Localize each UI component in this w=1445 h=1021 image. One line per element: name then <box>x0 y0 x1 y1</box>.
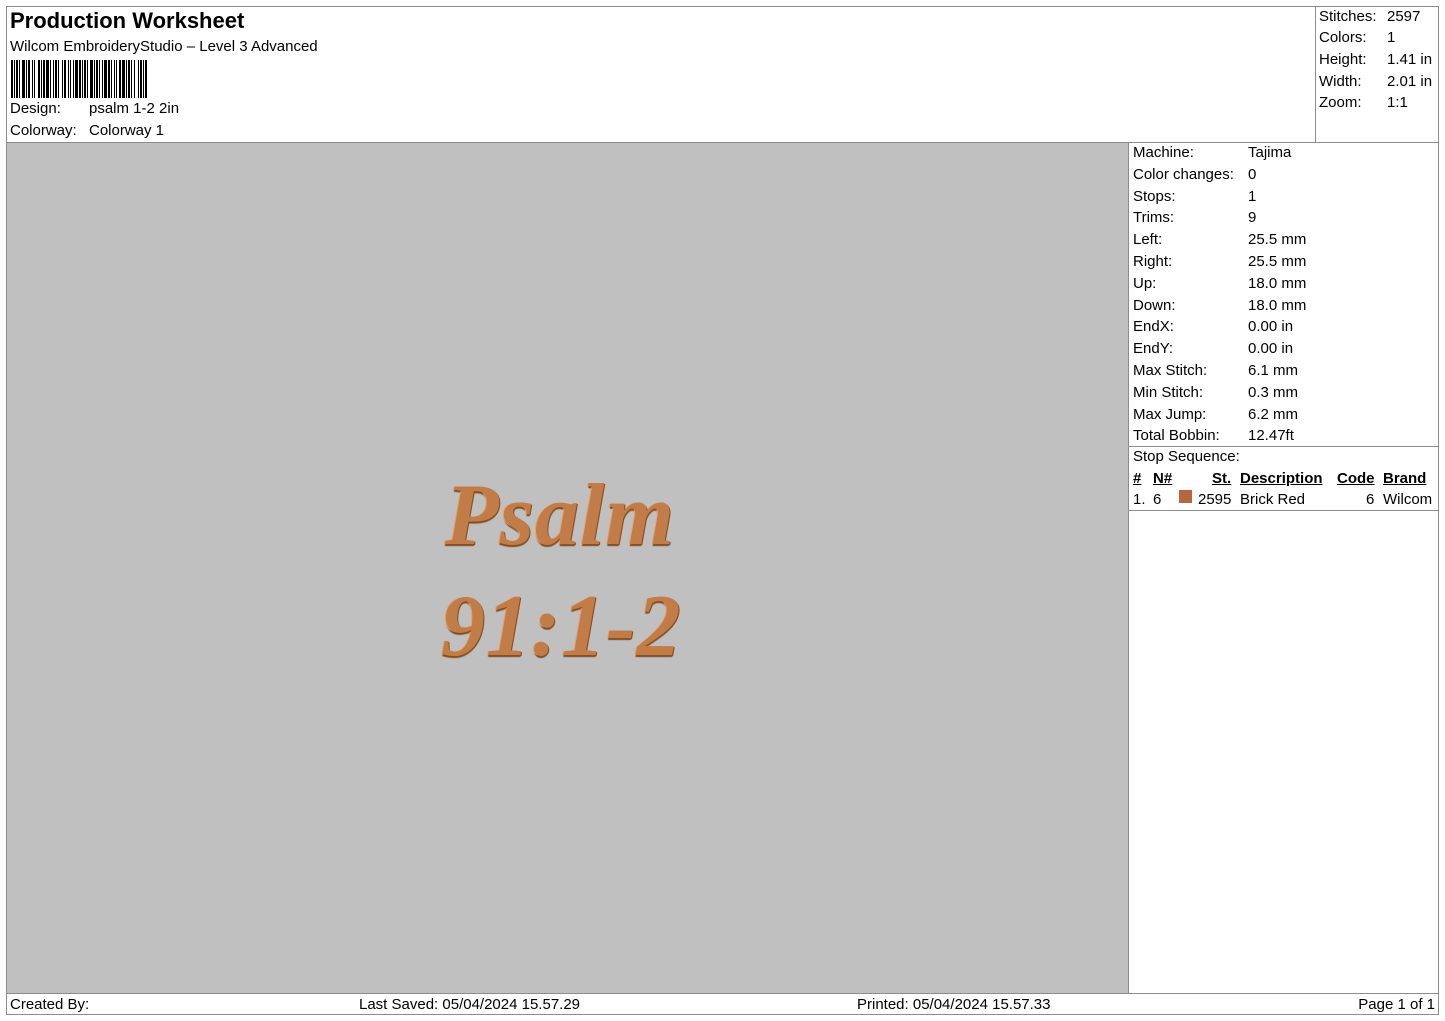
machine-info-value: 0 <box>1248 165 1257 183</box>
design-value: psalm 1-2 2in <box>89 100 180 117</box>
col-header-num: # <box>1133 470 1142 487</box>
machine-info-row: Machine: Tajima <box>1133 144 1291 161</box>
design-preview-canvas: Psalm 91:1-2 <box>7 143 1129 993</box>
page-number: Page 1 of 1 <box>1358 996 1435 1013</box>
machine-info-label: Machine: <box>1133 144 1194 161</box>
col-header-code: Code <box>1337 470 1375 487</box>
col-header-description: Description <box>1240 470 1323 487</box>
machine-info-value: 1 <box>1248 187 1257 205</box>
machine-info-label: Max Jump: <box>1133 405 1207 423</box>
design-label: Design: <box>10 100 61 117</box>
software-name: Wilcom EmbroideryStudio – Level 3 Advanc… <box>10 38 318 55</box>
machine-info-value: 0.3 mm <box>1248 383 1299 401</box>
machine-info-label: Right: <box>1133 253 1173 270</box>
machine-info-row: Color changes: 0 <box>1133 166 1256 183</box>
machine-info-row: Total Bobbin: 12.47ft <box>1133 427 1294 444</box>
stitches-value: 2597 <box>1387 8 1421 25</box>
machine-info-row: EndX: 0.00 in <box>1133 318 1293 335</box>
machine-info-row: Right: 25.5 mm <box>1133 253 1306 270</box>
machine-info-label: Color changes: <box>1133 165 1234 183</box>
stop-row-stitches: 2595 <box>1198 491 1232 508</box>
stop-row-num: 1. <box>1133 491 1146 508</box>
machine-info-label: Total Bobbin: <box>1133 427 1220 445</box>
colors-row: Colors: 1 <box>1319 29 1395 46</box>
machine-info-row: Up: 18.0 mm <box>1133 275 1306 292</box>
zoom-value: 1:1 <box>1387 94 1408 111</box>
machine-info-value: 6.2 mm <box>1248 405 1299 423</box>
col-header-needle: N# <box>1153 470 1173 487</box>
colorway-label: Colorway: <box>10 122 77 139</box>
machine-info-value: 18.0 mm <box>1248 274 1307 292</box>
stop-row-brand: Wilcom <box>1383 491 1433 508</box>
machine-info-label: Min Stitch: <box>1133 383 1204 401</box>
height-value: 1.41 in <box>1387 51 1433 68</box>
machine-info-value: 12.47ft <box>1248 427 1294 445</box>
design-text-line1: Psalm <box>445 467 675 564</box>
last-saved: Last Saved: 05/04/2024 15.57.29 <box>359 996 581 1013</box>
machine-info-value: 0.00 in <box>1248 340 1294 358</box>
design-text-line2: 91:1-2 <box>441 578 682 675</box>
stop-row-description: Brick Red <box>1240 491 1306 508</box>
printed-date: Printed: 05/04/2024 15.57.33 <box>857 996 1051 1013</box>
machine-info-label: EndX: <box>1133 318 1174 336</box>
machine-info-value: 6.1 mm <box>1248 362 1299 379</box>
col-header-brand: Brand <box>1383 470 1427 487</box>
machine-info-row: Max Stitch: 6.1 mm <box>1133 362 1298 379</box>
width-label: Width: <box>1319 73 1362 90</box>
colors-label: Colors: <box>1319 29 1367 46</box>
machine-info-row: Stops: 1 <box>1133 188 1256 205</box>
machine-info-value: 18.0 mm <box>1248 296 1307 314</box>
machine-info-value: 9 <box>1248 209 1257 227</box>
zoom-row: Zoom: 1:1 <box>1319 94 1408 111</box>
machine-info-label: EndY: <box>1133 340 1174 358</box>
thread-color-swatch <box>1179 490 1192 503</box>
col-header-stitches: St. <box>1212 470 1232 487</box>
machine-info-panel: Machine: Tajima Color changes: 0 Stops: 1 Trim… <box>1129 143 1439 993</box>
machine-info-row: Left: 25.5 mm <box>1133 231 1306 248</box>
machine-info-label: Trims: <box>1133 209 1175 227</box>
worksheet-header: Production Worksheet Wilcom EmbroiderySt… <box>6 6 1315 143</box>
colorway-row: Colorway: Colorway 1 <box>10 122 164 139</box>
machine-info-label: Left: <box>1133 231 1163 249</box>
stop-table-divider <box>1129 510 1439 511</box>
machine-info-label: Max Stitch: <box>1133 362 1208 379</box>
machine-info-label: Up: <box>1133 274 1157 292</box>
stop-row-code: 6 <box>1366 491 1375 508</box>
zoom-label: Zoom: <box>1319 94 1362 111</box>
barcode-bar <box>147 60 148 98</box>
barcode <box>11 60 148 98</box>
machine-info-value: 25.5 mm <box>1248 253 1307 270</box>
machine-info-row: Max Jump: 6.2 mm <box>1133 406 1298 423</box>
created-by: Created By: <box>10 996 90 1013</box>
height-row: Height: 1.41 in <box>1319 51 1432 68</box>
machine-info-row: EndY: 0.00 in <box>1133 340 1293 357</box>
stop-row-needle: 6 <box>1153 491 1162 508</box>
colorway-value: Colorway 1 <box>89 122 165 139</box>
height-label: Height: <box>1319 51 1367 68</box>
width-row: Width: 2.01 in <box>1319 73 1432 90</box>
worksheet-footer: Created By: Last Saved: 05/04/2024 15.57… <box>6 993 1439 1015</box>
stop-sequence-title: Stop Sequence: <box>1133 448 1240 465</box>
stitches-label: Stitches: <box>1319 8 1377 25</box>
machine-info-row: Trims: 9 <box>1133 209 1256 226</box>
machine-info-row: Down: 18.0 mm <box>1133 297 1306 314</box>
machine-info-label: Down: <box>1133 296 1176 314</box>
stitches-row: Stitches: 2597 <box>1319 8 1420 25</box>
width-value: 2.01 in <box>1387 73 1433 90</box>
machine-info-row: Min Stitch: 0.3 mm <box>1133 384 1298 401</box>
machine-info-label: Stops: <box>1133 187 1176 205</box>
colors-value: 1 <box>1387 29 1396 46</box>
machine-info-value: Tajima <box>1248 144 1292 161</box>
machine-info-value: 25.5 mm <box>1248 231 1307 249</box>
worksheet-title: Production Worksheet <box>10 8 245 33</box>
section-divider <box>1129 446 1439 447</box>
design-summary: Stitches: 2597 Colors: 1 Height: 1.41 in Wi… <box>1315 6 1439 143</box>
design-row: Design: psalm 1-2 2in <box>10 100 179 117</box>
machine-info-value: 0.00 in <box>1248 318 1294 336</box>
